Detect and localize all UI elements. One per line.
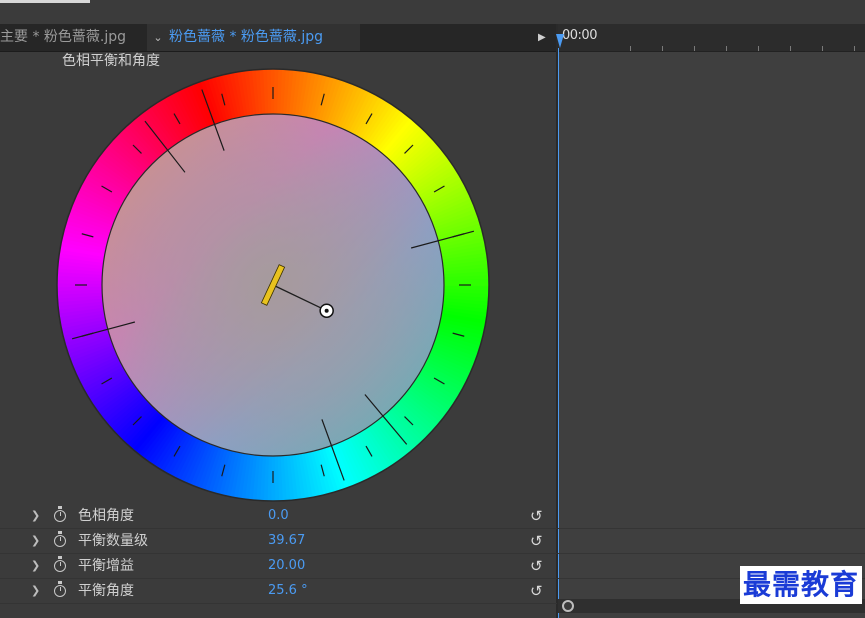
property-value[interactable]: 25.6 ° bbox=[268, 579, 308, 603]
property-value[interactable]: 20.00 bbox=[268, 554, 305, 578]
chevron-right-icon[interactable]: ❯ bbox=[31, 529, 40, 553]
playhead-handle[interactable] bbox=[556, 34, 564, 48]
tab-master-clip[interactable]: 主要 * 粉色蔷薇.jpg bbox=[0, 24, 126, 51]
playhead-line[interactable] bbox=[558, 48, 559, 618]
timeline-row-divider bbox=[558, 553, 865, 554]
tab-sequence-clip[interactable]: ⌄ 粉色蔷薇 * 粉色蔷薇.jpg bbox=[147, 24, 360, 51]
property-label: 平衡角度 bbox=[78, 583, 134, 599]
ruler-tick bbox=[822, 46, 823, 51]
timeline-row-divider bbox=[558, 528, 865, 529]
ruler-tick bbox=[758, 46, 759, 51]
reset-icon[interactable]: ↺ bbox=[530, 504, 543, 528]
property-value[interactable]: 0.0 bbox=[268, 504, 289, 528]
effect-controls-tabbar: 主要 * 粉色蔷薇.jpg ⌄ 粉色蔷薇 * 粉色蔷薇.jpg ▶ bbox=[0, 24, 557, 52]
stopwatch-icon[interactable] bbox=[54, 506, 66, 522]
balance-handle-center bbox=[324, 308, 329, 313]
tab-sequence-clip-label: 粉色蔷薇 * 粉色蔷薇.jpg bbox=[169, 29, 324, 45]
chevron-down-icon[interactable]: ⌄ bbox=[147, 24, 169, 51]
effect-timeline[interactable]: 00:00 bbox=[556, 24, 865, 618]
chevron-right-icon[interactable]: ❯ bbox=[31, 579, 40, 603]
reset-icon[interactable]: ↺ bbox=[530, 554, 543, 578]
play-triangle-icon[interactable]: ▶ bbox=[538, 24, 546, 51]
stopwatch-icon[interactable] bbox=[54, 556, 66, 572]
color-wheel[interactable] bbox=[52, 64, 492, 506]
tab-master-clip-label: 主要 * 粉色蔷薇.jpg bbox=[0, 29, 127, 45]
ruler-tick bbox=[726, 46, 727, 51]
property-row-balance-gain[interactable]: ❯ 平衡增益 20.00 ↺ bbox=[0, 554, 557, 579]
watermark-logo: 最需教育 bbox=[740, 566, 863, 604]
ruler-tick bbox=[854, 46, 855, 51]
reset-icon[interactable]: ↺ bbox=[530, 579, 543, 603]
stopwatch-icon[interactable] bbox=[54, 531, 66, 547]
stopwatch-icon[interactable] bbox=[54, 581, 66, 597]
property-label: 色相角度 bbox=[78, 508, 134, 524]
property-row-balance-angle[interactable]: ❯ 平衡角度 25.6 ° ↺ bbox=[0, 579, 557, 604]
property-value[interactable]: 39.67 bbox=[268, 529, 305, 553]
chevron-right-icon[interactable]: ❯ bbox=[31, 554, 40, 578]
ruler-tick bbox=[694, 46, 695, 51]
property-row-balance-magnitude[interactable]: ❯ 平衡数量级 39.67 ↺ bbox=[0, 529, 557, 554]
panel-focus-indicator bbox=[0, 0, 90, 3]
chevron-right-icon[interactable]: ❯ bbox=[31, 504, 40, 528]
timecode: 00:00 bbox=[562, 28, 597, 43]
scrollbar-handle[interactable] bbox=[562, 600, 574, 612]
property-label: 平衡增益 bbox=[78, 558, 134, 574]
property-row-partial[interactable] bbox=[0, 605, 557, 618]
property-row-hue-angle[interactable]: ❯ 色相角度 0.0 ↺ bbox=[0, 504, 557, 529]
property-label: 平衡数量级 bbox=[78, 533, 148, 549]
ruler-tick bbox=[630, 46, 631, 51]
reset-icon[interactable]: ↺ bbox=[530, 529, 543, 553]
time-ruler[interactable]: 00:00 bbox=[558, 24, 865, 52]
ruler-tick bbox=[790, 46, 791, 51]
ruler-tick bbox=[662, 46, 663, 51]
